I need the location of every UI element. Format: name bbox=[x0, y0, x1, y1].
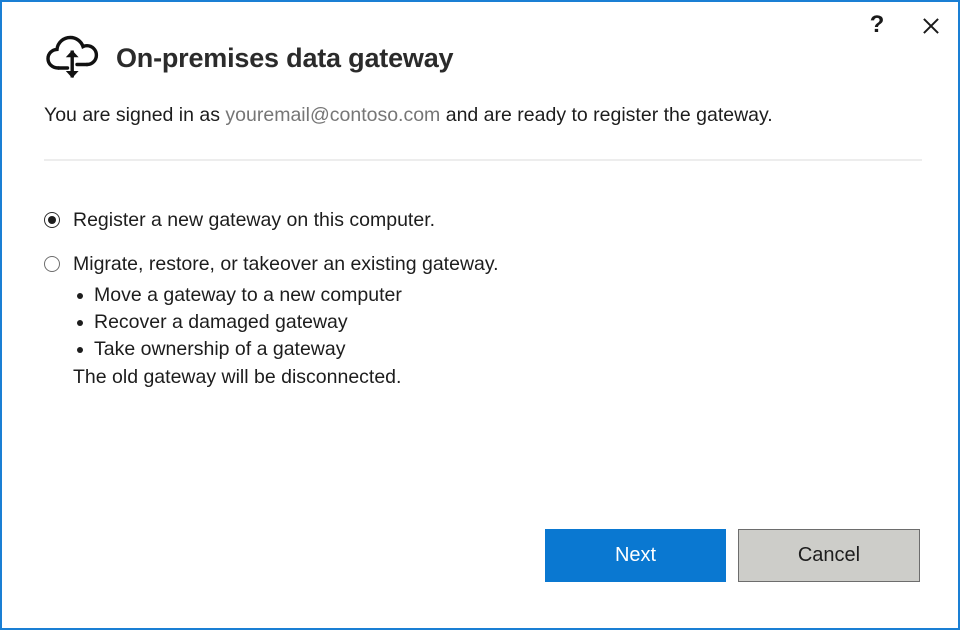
radio-option-register-label: Register a new gateway on this computer. bbox=[73, 209, 436, 231]
migrate-details: Move a gateway to a new computer Recover… bbox=[73, 282, 904, 391]
next-button[interactable]: Next bbox=[545, 529, 726, 582]
cloud-upload-download-icon bbox=[46, 35, 99, 78]
signin-status-prefix: You are signed in as bbox=[44, 104, 226, 126]
gateway-mode-radio-group: Register a new gateway on this computer.… bbox=[44, 207, 904, 391]
header-divider bbox=[44, 159, 922, 161]
radio-option-migrate-label: Migrate, restore, or takeover an existin… bbox=[73, 253, 499, 275]
dialog-header: On-premises data gateway bbox=[44, 32, 454, 84]
page-title: On-premises data gateway bbox=[116, 42, 454, 73]
cancel-button[interactable]: Cancel bbox=[738, 529, 920, 582]
radio-button-selected-icon[interactable] bbox=[44, 212, 60, 228]
signed-in-email: youremail@contoso.com bbox=[225, 104, 441, 126]
signin-status-text: You are signed in as youremail@contoso.c… bbox=[44, 100, 834, 131]
radio-button-unselected-icon[interactable] bbox=[44, 256, 60, 272]
close-icon[interactable] bbox=[914, 8, 948, 42]
window-controls: ? bbox=[860, 8, 948, 42]
list-item: Take ownership of a gateway bbox=[73, 336, 904, 363]
migrate-note: The old gateway will be disconnected. bbox=[73, 366, 402, 388]
list-item: Move a gateway to a new computer bbox=[73, 282, 904, 309]
radio-option-register-new-gateway[interactable]: Register a new gateway on this computer. bbox=[44, 207, 904, 234]
list-item: Recover a damaged gateway bbox=[73, 309, 904, 336]
help-icon[interactable]: ? bbox=[860, 8, 894, 42]
dialog-footer-buttons: Next Cancel bbox=[545, 529, 920, 582]
radio-option-migrate-existing-gateway[interactable]: Migrate, restore, or takeover an existin… bbox=[44, 251, 904, 278]
signin-status-suffix: and are ready to register the gateway. bbox=[440, 104, 773, 126]
migrate-bullet-list: Move a gateway to a new computer Recover… bbox=[73, 282, 904, 363]
on-premises-data-gateway-dialog: ? On-premises data gateway You are signe… bbox=[0, 0, 960, 630]
